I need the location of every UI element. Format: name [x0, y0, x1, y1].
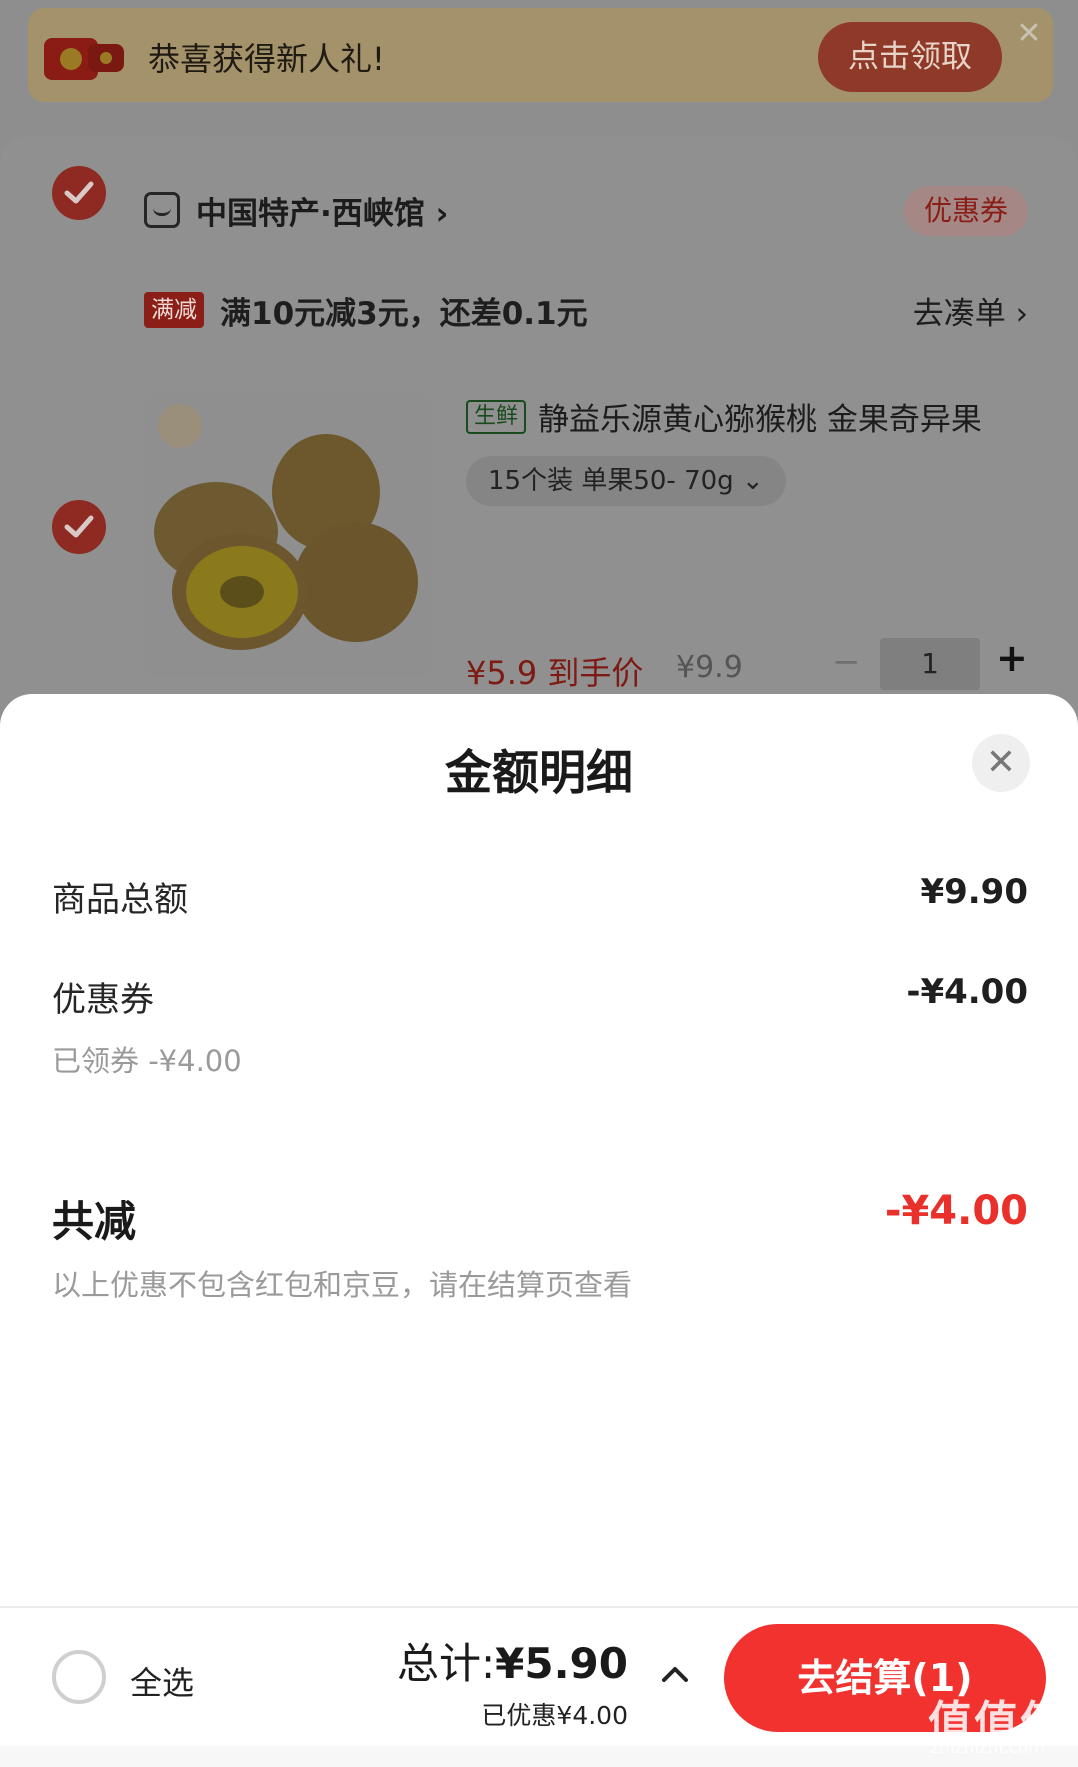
select-all-label[interactable]: 全选	[130, 1658, 194, 1704]
spec-selector[interactable]: 15个装 单果50- 70g ⌄	[466, 456, 786, 506]
store-name[interactable]: 中国特产·西峡馆 ›	[196, 188, 448, 233]
store-checkbox[interactable]	[52, 166, 106, 220]
product-checkbox[interactable]	[52, 500, 106, 554]
total-amount: 总计:¥5.90	[396, 1639, 628, 1688]
quantity-input[interactable]: 1	[880, 638, 980, 690]
close-icon[interactable]: ✕	[972, 734, 1030, 792]
goods-total-label: 商品总额	[52, 880, 188, 920]
close-icon[interactable]: ✕	[1009, 14, 1049, 54]
select-all-radio[interactable]	[52, 1650, 106, 1704]
total-discount-value: -¥4.00	[884, 1188, 1028, 1234]
go-order-link[interactable]: 去凑单 ›	[913, 288, 1028, 333]
coupon-button[interactable]: 优惠券	[904, 186, 1028, 236]
bottom-strip	[0, 1746, 1078, 1767]
gift-icon	[42, 24, 128, 86]
background-page: 恭喜获得新人礼! 点击领取 ✕ 中国特产·西峡馆 › 优惠券 满减 满10元减3…	[0, 0, 1078, 756]
promo-text: 恭喜获得新人礼!	[148, 40, 385, 78]
quantity-increase-button[interactable]: +	[996, 636, 1028, 680]
quantity-decrease-button[interactable]: −	[832, 642, 861, 682]
sheet-title: 金额明细	[445, 746, 633, 801]
checkmark-icon	[64, 181, 94, 204]
amount-detail-sheet: 金额明细 ✕ 商品总额 ¥9.90 优惠券 -¥4.00 已领券 -¥4.00 …	[0, 694, 1078, 1606]
price-now: ¥5.9 到手价	[466, 654, 644, 692]
promo-tag: 满减	[144, 292, 204, 328]
newcomer-promo-banner: 恭喜获得新人礼! 点击领取 ✕	[28, 8, 1053, 102]
store-card: 中国特产·西峡馆 › 优惠券 满减 满10元减3元，还差0.1元 去凑单 › 生…	[0, 136, 1078, 756]
coupon-label: 优惠券	[52, 980, 154, 1020]
goods-total-value: ¥9.90	[920, 872, 1028, 912]
product-title[interactable]: 静益乐源黄心猕猴桃 金果奇异果	[538, 394, 982, 439]
saved-amount: 已优惠¥4.00	[481, 1701, 628, 1730]
fresh-tag: 生鲜	[466, 400, 526, 434]
discount-note: 以上优惠不包含红包和京豆，请在结算页查看	[52, 1268, 633, 1302]
coupon-value: -¥4.00	[906, 972, 1028, 1012]
watermark-url: zhizhizhi.com	[930, 1738, 1045, 1758]
price-original: ¥9.9	[676, 650, 743, 685]
product-image[interactable]	[144, 392, 432, 677]
promo-rule: 满10元减3元，还差0.1元	[220, 296, 588, 332]
chevron-up-icon[interactable]	[660, 1660, 690, 1690]
total-discount-label: 共减	[52, 1197, 137, 1246]
store-icon	[144, 192, 180, 228]
checkmark-icon	[64, 515, 94, 538]
checkout-bar: 全选 总计:¥5.90 已优惠¥4.00 去结算(1)	[0, 1606, 1078, 1746]
coupon-applied-note: 已领券 -¥4.00	[52, 1044, 242, 1078]
claim-button[interactable]: 点击领取	[818, 22, 1002, 92]
